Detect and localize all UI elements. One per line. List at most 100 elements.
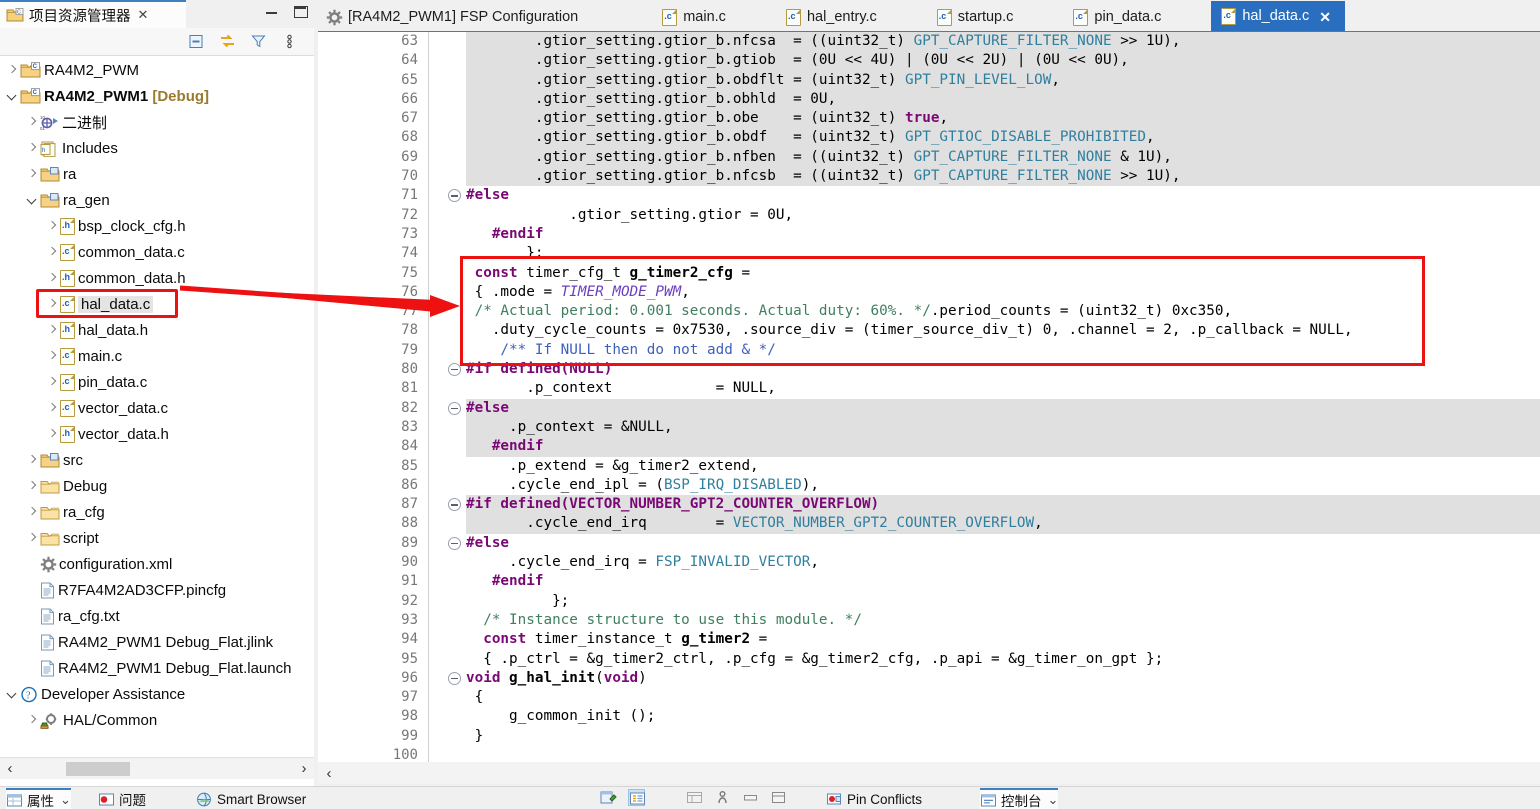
bottom-tab-[interactable]: 属性 ⌄ [6, 788, 71, 809]
chevron-right-icon[interactable] [24, 452, 40, 468]
fold-column[interactable] [448, 32, 466, 762]
tree-item[interactable]: common_data.c [0, 239, 306, 265]
tree-item[interactable]: hal_data.c [0, 291, 306, 317]
code-line[interactable]: /* Actual period: 0.001 seconds. Actual … [466, 302, 1540, 321]
table-view-icon[interactable] [686, 789, 703, 806]
chevron-right-icon[interactable] [44, 426, 60, 442]
chevron-right-icon[interactable] [44, 348, 60, 364]
chevron-right-icon[interactable] [4, 62, 20, 78]
tree-item[interactable]: RA4M2_PWM1 Debug_Flat.launch [0, 655, 306, 681]
fold-collapse-icon[interactable] [448, 363, 461, 377]
code-line[interactable]: .gtior_setting.gtior_b.obhld = 0U, [466, 89, 1540, 110]
code-line[interactable]: { .p_ctrl = &g_timer2_ctrl, .p_cfg = &g_… [466, 650, 1540, 669]
tab-project-explorer[interactable]: C 项目资源管理器 ✕ [0, 0, 186, 28]
tree-item[interactable]: src [0, 447, 306, 473]
editor-tab-ra4m2-pwm1-fsp-configuration[interactable]: [RA4M2_PWM1] FSP Configuration [318, 2, 592, 32]
tree-item[interactable]: ra_cfg.txt [0, 603, 306, 629]
tree-item[interactable]: h Includes [0, 135, 306, 161]
code-line[interactable]: void g_hal_init(void) [466, 669, 1540, 688]
bottom-tab-[interactable]: 控制台 ⌄ [980, 788, 1059, 809]
editor-scroll-left-icon[interactable]: ‹ [318, 765, 340, 782]
code-line[interactable]: #endif [466, 437, 1540, 457]
chevron-right-icon[interactable] [44, 400, 60, 416]
vertical-layout-icon[interactable] [770, 789, 787, 806]
tree-item[interactable]: bsp_clock_cfg.h [0, 213, 306, 239]
tree-item[interactable]: R7FA4M2AD3CFP.pincfg [0, 577, 306, 603]
code-line[interactable]: const timer_instance_t g_timer2 = [466, 630, 1540, 649]
code-line[interactable]: .gtior_setting.gtior_b.obdf = (uint32_t)… [466, 128, 1540, 148]
chevron-right-icon[interactable] [44, 218, 60, 234]
tree-item[interactable]: ? Developer Assistance [0, 681, 306, 707]
code-line[interactable]: }; [466, 244, 1540, 263]
code-line[interactable]: #else [466, 186, 1540, 205]
tree-item[interactable]: script [0, 525, 306, 551]
tree-item[interactable]: RA4M2_PWM1 Debug_Flat.jlink [0, 629, 306, 655]
fold-collapse-icon[interactable] [448, 189, 461, 203]
code-line[interactable]: .p_context = NULL, [466, 379, 1540, 398]
chevron-right-icon[interactable] [44, 270, 60, 286]
code-line[interactable]: } [466, 727, 1540, 746]
tree-item[interactable]: C RA4M2_PWM [0, 57, 306, 83]
tree-item[interactable]: ra_cfg [0, 499, 306, 525]
project-explorer-hscrollbar[interactable]: ‹ › [0, 757, 314, 779]
tree-item[interactable]: common_data.h [0, 265, 306, 291]
filter-icon[interactable] [656, 790, 675, 806]
code-line[interactable]: .p_context = &NULL, [466, 417, 1540, 438]
editor-tab-hal-data-c[interactable]: hal_data.c ✕ [1211, 1, 1345, 32]
code-line[interactable]: .gtior_setting.gtior = 0U, [466, 206, 1540, 225]
collapse-all-icon[interactable] [188, 33, 205, 50]
new-pin-config-icon[interactable] [600, 789, 617, 806]
editor-tab-startup-c[interactable]: startup.c [927, 2, 1028, 32]
tree-item[interactable]: hal_data.h [0, 317, 306, 343]
code-text[interactable]: .gtior_setting.gtior_b.nfcsa = ((uint32_… [466, 32, 1540, 762]
code-line[interactable]: /** If NULL then do not add & */ [466, 341, 1540, 360]
code-line[interactable]: #if defined(NULL) [466, 360, 1540, 379]
chevron-right-icon[interactable] [24, 530, 40, 546]
code-editor[interactable]: 63 64 65 66 67 68 69 70 71 72 73 74 75 76 77 78 79 80 81 82… [318, 32, 1540, 763]
tree-item[interactable]: ra [0, 161, 306, 187]
code-line[interactable]: const timer_cfg_t g_timer2_cfg = [466, 264, 1540, 283]
code-line[interactable]: .gtior_setting.gtior_b.nfcsa = ((uint32_… [466, 32, 1540, 52]
chevron-down-icon[interactable] [24, 192, 40, 208]
fold-collapse-icon[interactable] [448, 536, 461, 550]
code-line[interactable]: .p_extend = &g_timer2_extend, [466, 457, 1540, 476]
bottom-tab-[interactable]: 问题 [98, 788, 146, 809]
tree-item[interactable]: ra_gen [0, 187, 306, 213]
editor-tab-hal-entry-c[interactable]: hal_entry.c [776, 2, 891, 32]
editor-tab-pin-data-c[interactable]: pin_data.c [1063, 2, 1175, 32]
tree-item[interactable]: vector_data.h [0, 421, 306, 447]
editor-tab-main-c[interactable]: main.c [652, 2, 740, 32]
chevron-right-icon[interactable] [44, 296, 60, 312]
bottom-tab-pin-icon[interactable]: ⌄ [1048, 792, 1059, 808]
tree-item[interactable]: Debug [0, 473, 306, 499]
tab-close-icon[interactable]: ✕ [138, 7, 149, 23]
fold-collapse-icon[interactable] [448, 498, 461, 512]
code-line[interactable]: .cycle_end_irq = VECTOR_NUMBER_GPT2_COUN… [466, 514, 1540, 534]
code-line[interactable]: .gtior_setting.gtior_b.nfcsb = ((uint32_… [466, 167, 1540, 187]
chevron-right-icon[interactable] [24, 504, 40, 520]
person-icon[interactable] [714, 789, 731, 806]
scroll-left-icon[interactable]: ‹ [0, 760, 20, 777]
fold-collapse-icon[interactable] [448, 401, 461, 415]
link-with-editor-icon[interactable] [219, 33, 236, 50]
code-line[interactable]: .gtior_setting.gtior_b.obe = (uint32_t) … [466, 109, 1540, 129]
bottom-tab-pin-conflicts[interactable]: Pin Conflicts [826, 788, 922, 809]
code-line[interactable]: }; [466, 592, 1540, 611]
hscroll-thumb[interactable] [66, 761, 130, 776]
code-line[interactable]: #endif [466, 572, 1540, 591]
tree-item[interactable]: C RA4M2_PWM1 [Debug] [0, 83, 306, 109]
chevron-right-icon[interactable] [24, 140, 40, 156]
tree-view-icon[interactable] [628, 789, 645, 806]
scroll-right-icon[interactable]: › [294, 760, 314, 777]
editor-hscrollbar[interactable]: ‹ [318, 762, 1540, 784]
fold-collapse-icon[interactable] [448, 671, 461, 685]
code-line[interactable]: .gtior_setting.gtior_b.obdflt = (uint32_… [466, 70, 1540, 90]
code-line[interactable]: .gtior_setting.gtior_b.gtiob = (0U << 4U… [466, 51, 1540, 71]
tree-item[interactable]: main.c [0, 343, 306, 369]
code-line[interactable]: #else [466, 398, 1540, 418]
code-line[interactable]: .cycle_end_irq = FSP_INVALID_VECTOR, [466, 553, 1540, 572]
tree-item[interactable]: 10 01 二进制 [0, 109, 306, 135]
chevron-right-icon[interactable] [24, 712, 40, 728]
code-line[interactable]: g_common_init (); [466, 707, 1540, 726]
tree-item[interactable]: pin_data.c [0, 369, 306, 395]
